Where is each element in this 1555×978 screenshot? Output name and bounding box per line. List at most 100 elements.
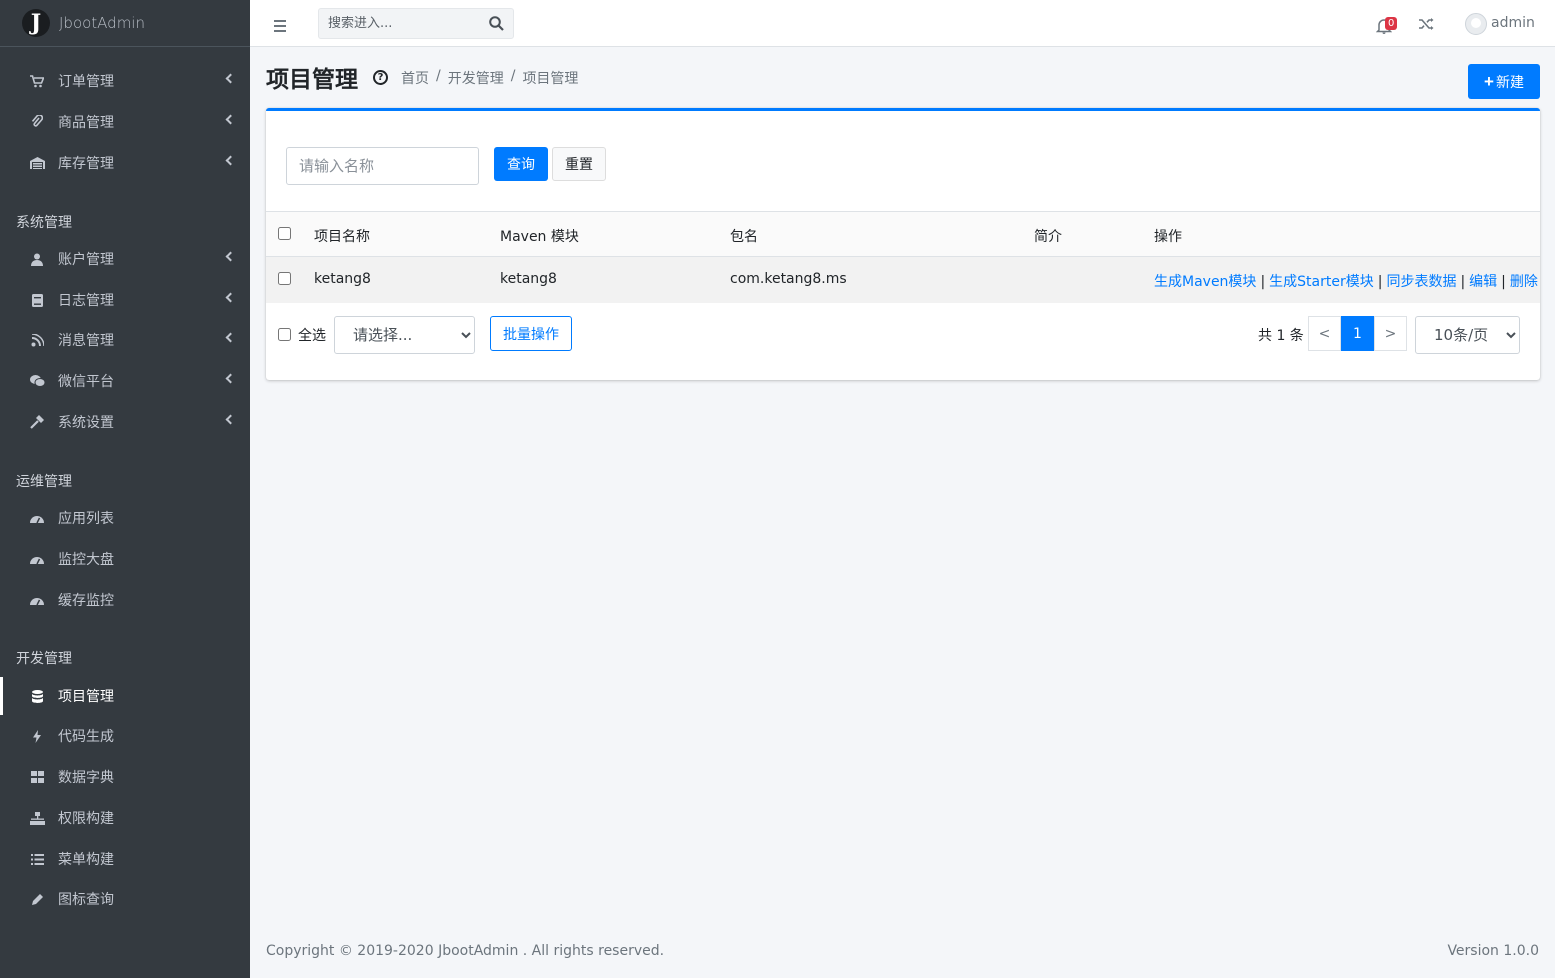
paperclip-icon xyxy=(29,114,45,130)
sidebar-item-logs[interactable]: 日志管理 xyxy=(0,281,250,319)
generate-maven-link[interactable]: 生成Maven模块 xyxy=(1154,274,1256,290)
page-1-button[interactable]: 1 xyxy=(1341,316,1374,351)
sidebar-item-icon-search[interactable]: 图标查询 xyxy=(0,880,250,918)
breadcrumb-separator: / xyxy=(510,68,516,84)
sidebar-item-projects[interactable]: 项目管理 xyxy=(0,677,250,715)
cell-project-name: ketang8 xyxy=(314,271,371,287)
table-row: ketang8 ketang8 com.ketang8.ms 生成Maven模块… xyxy=(266,257,1540,303)
sidebar-item-label: 订单管理 xyxy=(58,74,114,90)
chevron-left-icon xyxy=(225,155,236,166)
wechat-icon xyxy=(29,373,45,389)
search-box xyxy=(318,8,514,39)
sidebar-item-label: 菜单构建 xyxy=(58,852,114,868)
database-icon xyxy=(29,688,45,704)
sidebar-item-label: 应用列表 xyxy=(58,511,114,527)
sidebar-item-label: 系统设置 xyxy=(58,415,114,431)
column-header-actions: 操作 xyxy=(1154,229,1182,245)
new-button-label: 新建 xyxy=(1495,73,1524,90)
breadcrumb-home[interactable]: 首页 xyxy=(401,68,429,88)
sidebar-item-messages[interactable]: 消息管理 xyxy=(0,321,250,359)
sidebar-item-label: 日志管理 xyxy=(58,293,114,309)
avatar[interactable] xyxy=(1465,13,1487,35)
page-size-select[interactable]: 10条/页 xyxy=(1415,316,1520,354)
sidebar-item-label: 库存管理 xyxy=(58,156,114,172)
nav-header-dev: 开发管理 xyxy=(16,651,72,667)
warehouse-icon xyxy=(29,155,45,171)
sidebar-item-label: 消息管理 xyxy=(58,333,114,349)
user-name[interactable]: admin xyxy=(1491,15,1535,31)
top-navbar: 0 admin xyxy=(250,0,1555,47)
batch-action-button[interactable]: 批量操作 xyxy=(490,316,572,351)
action-separator: | xyxy=(1260,274,1266,290)
action-separator: | xyxy=(1377,274,1383,290)
sidebar-item-monitor-dashboard[interactable]: 监控大盘 xyxy=(0,540,250,578)
sidebar-item-codegen[interactable]: 代码生成 xyxy=(0,717,250,755)
reset-button[interactable]: 重置 xyxy=(552,147,606,181)
row-checkbox[interactable] xyxy=(278,272,291,285)
breadcrumb-current: 项目管理 xyxy=(522,71,579,87)
select-all-checkbox[interactable] xyxy=(278,328,291,341)
delete-link[interactable]: 删除 xyxy=(1510,274,1538,290)
action-separator: | xyxy=(1501,274,1506,290)
menu-toggle-icon[interactable] xyxy=(274,20,286,35)
sidebar-item-label: 商品管理 xyxy=(58,115,114,131)
brand[interactable]: J JbootAdmin xyxy=(0,0,250,47)
satellite-icon xyxy=(29,332,45,348)
table-footer: 全选 请选择... 批量操作 共 1 条 < 1 > 10条/页 xyxy=(266,303,1540,383)
hammer-icon xyxy=(29,414,45,430)
new-button[interactable]: + 新建 xyxy=(1468,64,1540,99)
batch-action-select[interactable]: 请选择... xyxy=(334,316,475,354)
dashboard-icon xyxy=(29,551,45,567)
copyright-text: Copyright © 2019-2020 JbootAdmin . All r… xyxy=(266,943,665,959)
chevron-left-icon xyxy=(225,332,236,343)
sidebar-item-permission-build[interactable]: 权限构建 xyxy=(0,799,250,837)
query-button[interactable]: 查询 xyxy=(494,147,548,181)
chevron-left-icon xyxy=(225,114,236,125)
sidebar-item-wechat[interactable]: 微信平台 xyxy=(0,362,250,400)
nav-header-ops: 运维管理 xyxy=(16,474,72,490)
version-text: Version 1.0.0 xyxy=(1447,943,1539,959)
column-header-intro: 简介 xyxy=(1034,229,1062,245)
edit-link[interactable]: 编辑 xyxy=(1469,274,1497,290)
plus-icon: + xyxy=(1484,71,1494,91)
table-header: 项目名称 Maven 模块 包名 简介 操作 xyxy=(266,211,1540,257)
sidebar-item-app-list[interactable]: 应用列表 xyxy=(0,499,250,537)
prev-page-button[interactable]: < xyxy=(1308,316,1341,351)
sidebar-item-label: 账户管理 xyxy=(58,252,114,268)
breadcrumb: 首页 / 开发管理 / 项目管理 xyxy=(401,68,578,88)
sidebar-item-products[interactable]: 商品管理 xyxy=(0,103,250,141)
sidebar-item-menu-build[interactable]: 菜单构建 xyxy=(0,840,250,878)
row-actions: 生成Maven模块 | 生成Starter模块 | 同步表数据 | 编辑 | 删除 xyxy=(1154,271,1538,291)
chevron-left-icon xyxy=(225,251,236,262)
sidebar-item-settings[interactable]: 系统设置 xyxy=(0,403,250,441)
sidebar-item-label: 代码生成 xyxy=(58,729,114,745)
sidebar-item-orders[interactable]: 订单管理 xyxy=(0,62,250,100)
search-input[interactable] xyxy=(319,16,479,31)
chevron-left-icon xyxy=(225,414,236,425)
nav-header-system: 系统管理 xyxy=(16,215,72,231)
column-header-package: 包名 xyxy=(730,229,758,245)
sidebar-item-label: 缓存监控 xyxy=(58,593,114,609)
total-count: 共 1 条 xyxy=(1258,328,1304,344)
list-icon xyxy=(29,851,45,867)
name-filter-input[interactable] xyxy=(286,147,479,185)
sidebar-item-dictionary[interactable]: 数据字典 xyxy=(0,758,250,796)
breadcrumb-dev[interactable]: 开发管理 xyxy=(448,68,504,88)
sidebar-item-accounts[interactable]: 账户管理 xyxy=(0,240,250,278)
brand-name: JbootAdmin xyxy=(59,14,145,32)
shuffle-icon[interactable] xyxy=(1418,16,1434,32)
sidebar-item-cache-monitor[interactable]: 缓存监控 xyxy=(0,581,250,619)
breadcrumb-separator: / xyxy=(436,68,441,84)
sidebar-item-label: 监控大盘 xyxy=(58,552,114,568)
search-icon[interactable] xyxy=(489,16,504,31)
header-checkbox[interactable] xyxy=(278,227,291,240)
sync-table-link[interactable]: 同步表数据 xyxy=(1386,274,1456,290)
help-icon[interactable]: ? xyxy=(373,70,388,85)
grid-icon xyxy=(29,769,45,785)
generate-starter-link[interactable]: 生成Starter模块 xyxy=(1269,274,1374,290)
next-page-button[interactable]: > xyxy=(1374,316,1407,351)
sidebar-item-label: 微信平台 xyxy=(58,374,114,390)
sidebar-item-label: 图标查询 xyxy=(58,892,114,908)
sidebar-item-inventory[interactable]: 库存管理 xyxy=(0,144,250,182)
dashboard-icon xyxy=(29,510,45,526)
